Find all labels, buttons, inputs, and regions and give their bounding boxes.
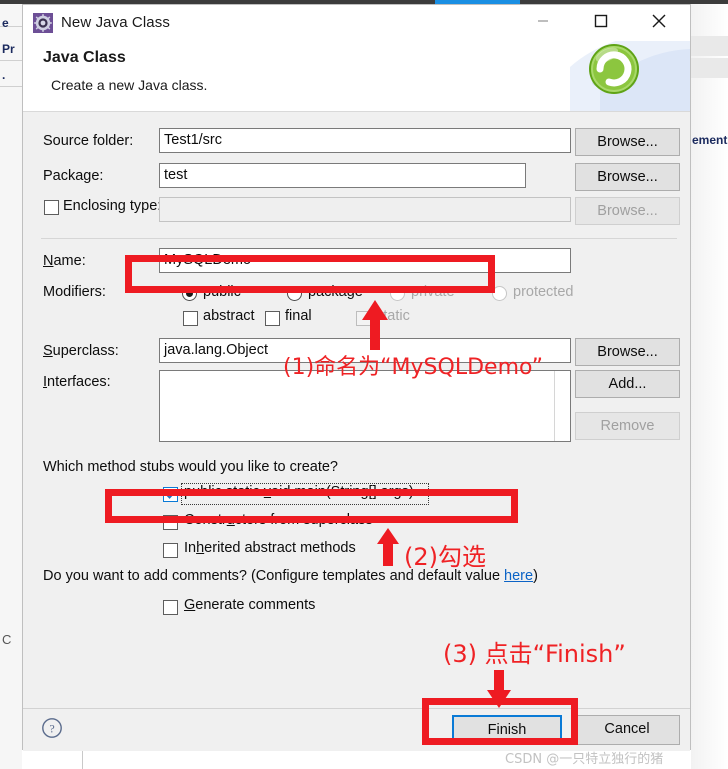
background-left-panel <box>0 4 23 769</box>
source-folder-browse-button[interactable]: Browse... <box>575 128 680 156</box>
svg-text:?: ? <box>49 721 54 735</box>
modifiers-label: Modifiers: <box>43 284 106 300</box>
dialog-body: Source folder: Test1/src Browse... Packa… <box>23 112 690 708</box>
package-browse-button[interactable]: Browse... <box>575 163 680 191</box>
comments-question-suffix: ) <box>533 568 538 584</box>
annotation-arrow-2 <box>375 528 401 571</box>
modifier-label-protected: protected <box>513 284 574 300</box>
annotation-text-step-2: (2)勾选 <box>404 543 486 571</box>
cancel-button[interactable]: Cancel <box>574 715 680 745</box>
modifier-checkbox-final[interactable] <box>265 311 280 326</box>
background-right-panel <box>691 4 728 769</box>
watermark: CSDN @一只特立独行的猪 <box>505 752 664 767</box>
stub-label-inherited: Inherited abstract methods <box>184 540 356 556</box>
interfaces-remove-button: Remove <box>575 412 680 440</box>
interfaces-add-button[interactable]: Add... <box>575 370 680 398</box>
background-right-band-1 <box>691 36 728 56</box>
background-left-label-0: e <box>2 16 9 30</box>
background-left-label-1: Pr <box>2 42 15 56</box>
package-label: Package: <box>43 168 104 184</box>
dialog-titlebar: New Java Class <box>23 5 690 41</box>
enclosing-type-input[interactable] <box>159 197 571 222</box>
modifier-label-final: final <box>285 308 312 324</box>
annotation-arrow-1 <box>360 300 390 355</box>
name-label: Name: <box>43 253 86 269</box>
annotation-box-finish-button <box>422 698 578 745</box>
background-right-band-2 <box>691 58 728 78</box>
help-question-icon[interactable]: ? <box>41 717 63 739</box>
page-title: Java Class <box>43 49 126 66</box>
annotation-text-step-1: (1)命名为“MySQLDemo” <box>283 355 544 380</box>
configure-templates-link[interactable]: here <box>504 568 533 584</box>
generate-comments-label: Generate comments <box>184 597 316 613</box>
annotation-box-main-stub <box>105 489 518 523</box>
source-folder-label: Source folder: <box>43 133 134 149</box>
maximize-icon[interactable] <box>578 5 624 37</box>
stub-checkbox-inherited[interactable] <box>163 543 178 558</box>
method-stubs-question: Which method stubs would you like to cre… <box>43 459 338 475</box>
page-subtitle: Create a new Java class. <box>51 77 208 93</box>
dialog-header: Java Class Create a new Java class. <box>23 41 690 112</box>
section-divider <box>41 238 677 239</box>
enclosing-type-checkbox[interactable] <box>44 200 59 215</box>
background-right-label: ement <box>692 133 728 147</box>
modifier-label-abstract: abstract <box>203 308 255 324</box>
superclass-browse-button[interactable]: Browse... <box>575 338 680 366</box>
dialog-footer: ? Finish Cancel <box>23 708 690 751</box>
modifier-checkbox-abstract[interactable] <box>183 311 198 326</box>
dialog-title: New Java Class <box>61 14 170 31</box>
close-icon[interactable] <box>636 5 682 37</box>
package-input[interactable]: test <box>159 163 526 188</box>
enclosing-type-label: Enclosing type: <box>63 198 162 214</box>
superclass-label: Superclass: <box>43 343 119 359</box>
background-left-label-2: . <box>2 68 6 82</box>
annotation-box-name-field <box>125 255 495 293</box>
annotation-text-step-3: (3) 点击“Finish” <box>443 640 626 668</box>
green-c-class-icon <box>570 41 690 111</box>
background-left-glyph: C <box>2 632 12 647</box>
enclosing-type-browse-button: Browse... <box>575 197 680 225</box>
interfaces-scrollbar[interactable] <box>554 371 570 441</box>
minimize-icon[interactable] <box>520 5 566 37</box>
source-folder-input[interactable]: Test1/src <box>159 128 571 153</box>
generate-comments-checkbox[interactable] <box>163 600 178 615</box>
java-class-wizard-icon <box>33 13 53 33</box>
interfaces-label: Interfaces: <box>43 374 111 390</box>
